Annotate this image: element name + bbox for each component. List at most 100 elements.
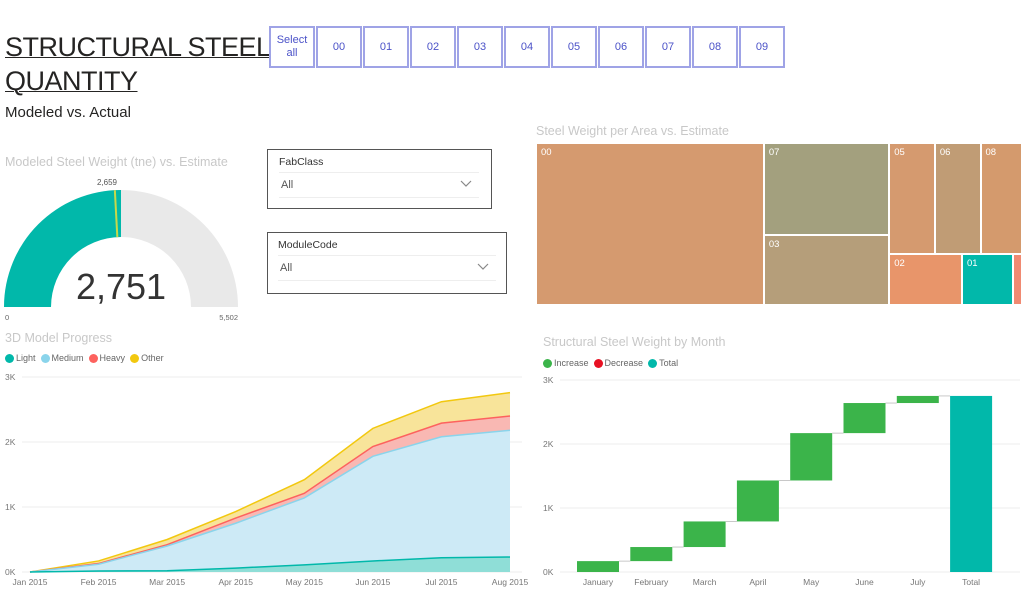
x-tick-label: Mar 2015 <box>149 577 185 587</box>
fabclass-dropdown[interactable]: All <box>279 172 479 198</box>
bar-january[interactable] <box>577 561 619 572</box>
select-all-button[interactable]: Select all <box>269 26 315 68</box>
x-tick-label: Jan 2015 <box>13 577 48 587</box>
area-chart[interactable]: 0K 1K 2K 3K Jan 2015 Feb 2015 Mar 2015 Apr 2015… <box>0 368 535 591</box>
area-button-07[interactable]: 07 <box>645 26 691 68</box>
page-title-line2: QUANTITY <box>5 66 138 96</box>
x-tick-label: Apr 2015 <box>218 577 253 587</box>
x-tick-label: July <box>910 577 926 587</box>
legend-item-decrease[interactable]: Decrease <box>593 358 643 368</box>
fabclass-label: FabClass <box>279 156 324 168</box>
treemap-cell-label: 03 <box>768 239 780 251</box>
chevron-down-icon <box>477 263 489 270</box>
chevron-down-icon <box>460 180 472 187</box>
treemap-cell-06[interactable]: 06 <box>934 143 981 255</box>
x-tick-label: Jun 2015 <box>355 577 390 587</box>
legend-label: Heavy <box>99 353 126 363</box>
bar-june[interactable] <box>843 403 886 434</box>
treemap-cell-02[interactable]: 02 <box>889 254 962 305</box>
treemap-cell-label: 06 <box>939 147 951 158</box>
x-tick-label: Total <box>962 577 980 587</box>
bar-april[interactable] <box>736 480 779 522</box>
area-button-08[interactable]: 08 <box>692 26 738 68</box>
x-tick-label: April <box>749 577 766 587</box>
gauge-chart[interactable]: 2,659 2,751 0 5,502 <box>0 172 250 327</box>
area-button-06[interactable]: 06 <box>598 26 644 68</box>
x-tick-label: May 2015 <box>286 577 324 587</box>
area-button-01[interactable]: 01 <box>363 26 409 68</box>
treemap-cell-05[interactable]: 05 <box>889 143 935 255</box>
x-tick-label: Aug 2015 <box>492 577 529 587</box>
treemap-cell-label: 00 <box>541 147 552 158</box>
treemap-cell-label: 01 <box>966 258 978 270</box>
x-tick-label: June <box>855 577 874 587</box>
legend-marker-icon <box>130 353 140 363</box>
treemap-cell-08[interactable]: 08 <box>980 143 1022 255</box>
y-tick-label: 2K <box>5 437 16 447</box>
legend-marker-icon <box>88 353 98 363</box>
legend-item-medium[interactable]: Medium <box>40 353 84 363</box>
waterfall-chart[interactable]: 0K 1K 2K 3K January February March April May June… <box>530 372 1024 591</box>
bar-total[interactable] <box>950 395 993 572</box>
legend-label: Total <box>659 358 679 368</box>
area-button-05[interactable]: 05 <box>551 26 597 68</box>
x-tick-label: May <box>803 577 820 587</box>
waterfall-legend: Increase Decrease Total <box>543 358 678 368</box>
legend-marker-icon <box>593 358 603 368</box>
legend-item-heavy[interactable]: Heavy <box>88 353 126 363</box>
modulecode-value: All <box>280 262 293 274</box>
gauge-target-label: 2,659 <box>97 178 118 187</box>
area-button-03[interactable]: 03 <box>457 26 503 68</box>
treemap-cell-label: 07 <box>768 147 780 158</box>
x-tick-label: Feb 2015 <box>81 577 117 587</box>
legend-label: Increase <box>554 358 589 368</box>
treemap-cell-01[interactable]: 01 <box>961 254 1013 305</box>
area-button-04[interactable]: 04 <box>504 26 550 68</box>
area-button-02[interactable]: 02 <box>410 26 456 68</box>
modulecode-filter: ModuleCode All <box>267 232 507 294</box>
treemap-cell-00[interactable]: 00 <box>536 143 764 305</box>
x-tick-label: Jul 2015 <box>425 577 457 587</box>
y-tick-label: 3K <box>543 375 554 385</box>
legend-marker-icon <box>648 358 658 368</box>
fabclass-filter: FabClass All <box>267 149 492 209</box>
fabclass-value: All <box>281 179 294 191</box>
treemap-cell-label: 02 <box>894 258 905 270</box>
legend-marker-icon <box>543 358 552 368</box>
bar-february[interactable] <box>630 547 673 562</box>
page-title: STRUCTURAL STEEL QUANTITY <box>5 30 271 98</box>
legend-item-other[interactable]: Other <box>130 353 164 363</box>
modulecode-dropdown[interactable]: All <box>278 255 496 281</box>
treemap-chart: 00 07 03 05 06 08 02 01 <box>536 143 1022 305</box>
gauge-min-label: 0 <box>5 313 9 322</box>
waterfall-title: Structural Steel Weight by Month <box>543 335 726 349</box>
treemap-title: Steel Weight per Area vs. Estimate <box>536 124 729 138</box>
treemap-cell-07[interactable]: 07 <box>763 143 890 236</box>
bar-march[interactable] <box>683 521 726 548</box>
area-chart-title: 3D Model Progress <box>5 331 112 345</box>
area-button-09[interactable]: 09 <box>739 26 785 68</box>
legend-label: Light <box>16 353 36 363</box>
y-tick-label: 0K <box>5 567 16 577</box>
x-tick-label: February <box>634 577 669 587</box>
page-subtitle: Modeled vs. Actual <box>5 104 131 121</box>
y-tick-label: 2K <box>543 439 554 449</box>
treemap-cell-other[interactable] <box>1012 254 1022 305</box>
modulecode-label: ModuleCode <box>278 239 338 251</box>
gauge-value-label: 2,751 <box>76 266 166 307</box>
page-title-line1: STRUCTURAL STEEL <box>5 32 271 62</box>
legend-item-increase[interactable]: Increase <box>543 358 589 368</box>
area-button-00[interactable]: 00 <box>316 26 362 68</box>
area-chart-legend: Light Medium Heavy Other <box>5 353 164 363</box>
y-tick-label: 3K <box>5 372 16 382</box>
legend-item-light[interactable]: Light <box>5 353 36 363</box>
treemap-cell-label: 05 <box>894 147 905 158</box>
y-tick-label: 0K <box>543 567 554 577</box>
legend-item-total[interactable]: Total <box>648 358 678 368</box>
bar-july[interactable] <box>896 395 939 404</box>
x-tick-label: March <box>693 577 717 587</box>
y-tick-label: 1K <box>5 502 16 512</box>
bar-may[interactable] <box>790 433 833 481</box>
treemap-cell-03[interactable]: 03 <box>763 235 890 305</box>
gauge-max-label: 5,502 <box>219 313 238 322</box>
